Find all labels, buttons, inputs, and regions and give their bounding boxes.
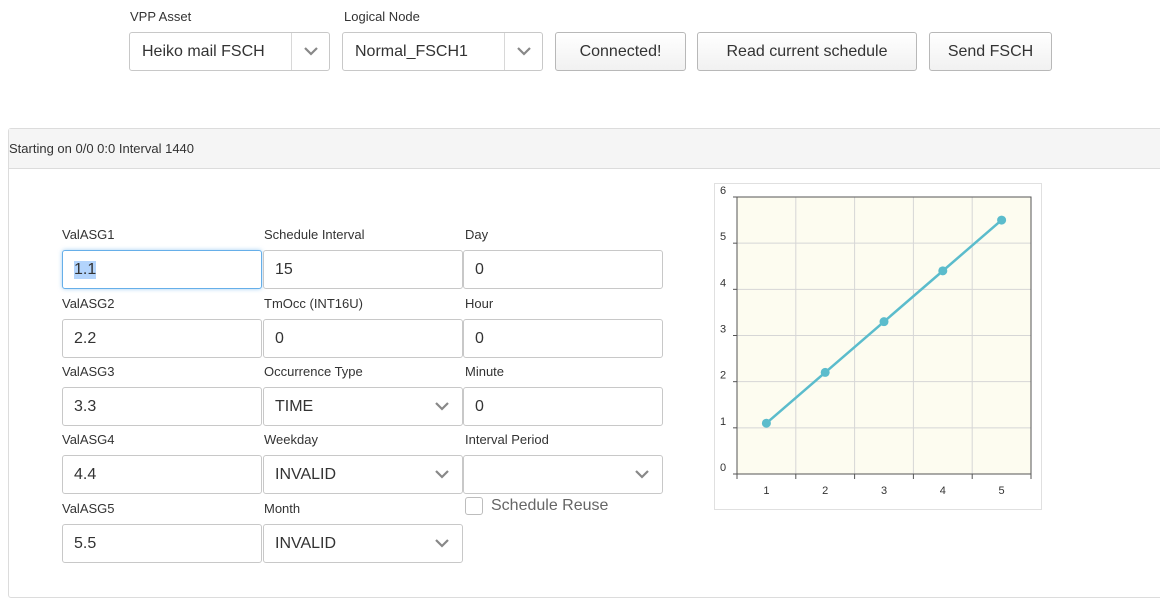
y-tick-label: 5 <box>720 231 726 243</box>
vpp-asset-select[interactable]: Heiko mail FSCH <box>129 32 330 71</box>
weekday-select[interactable]: INVALID <box>263 455 463 494</box>
y-tick-label: 4 <box>720 277 726 289</box>
valasg3-label: ValASG3 <box>62 364 115 379</box>
panel-heading-text: Starting on 0/0 0:0 Interval 1440 <box>9 141 195 156</box>
schedule-reuse-checkbox[interactable]: Schedule Reuse <box>465 497 608 515</box>
chevron-down-icon <box>622 470 662 479</box>
chevron-down-icon <box>422 470 462 479</box>
schedule-interval-label: Schedule Interval <box>264 227 365 242</box>
tmocc-label: TmOcc (INT16U) <box>264 296 363 311</box>
minute-label: Minute <box>465 364 505 379</box>
data-point <box>938 266 948 276</box>
y-tick-label: 3 <box>720 324 726 336</box>
vpp-asset-value: Heiko mail FSCH <box>142 42 265 60</box>
tmocc-input[interactable]: 0 <box>263 319 463 358</box>
x-tick-label: 1 <box>763 485 769 497</box>
chevron-down-icon <box>504 33 542 70</box>
valasg1-input[interactable]: 1.1 <box>62 250 262 289</box>
x-tick-label: 3 <box>881 485 887 497</box>
schedule-chart: 0 1 2 3 4 5 6 1 2 3 4 5 <box>714 183 1042 510</box>
logical-node-label: Logical Node <box>344 9 420 24</box>
y-tick-label: 0 <box>720 462 726 474</box>
vpp-asset-label: VPP Asset <box>130 9 192 24</box>
x-tick-label: 5 <box>999 485 1005 497</box>
data-point <box>761 418 771 428</box>
valasg4-label: ValASG4 <box>62 432 115 447</box>
checkbox-icon[interactable] <box>465 497 483 515</box>
month-select[interactable]: INVALID <box>263 524 463 563</box>
hour-input[interactable]: 0 <box>463 319 663 358</box>
valasg2-input[interactable]: 2.2 <box>62 319 262 358</box>
y-tick-label: 6 <box>720 185 726 197</box>
data-point <box>879 317 889 327</box>
panel-heading: Starting on 0/0 0:0 Interval 1440 <box>9 129 1160 169</box>
occurrence-type-value: TIME <box>275 397 314 415</box>
valasg1-value: 1.1 <box>74 260 97 279</box>
chevron-down-icon <box>422 402 462 411</box>
x-tick-label: 2 <box>822 485 828 497</box>
schedule-interval-input[interactable]: 15 <box>263 250 463 289</box>
y-tick-label: 1 <box>720 416 726 428</box>
chart-svg: 0 1 2 3 4 5 6 1 2 3 4 5 <box>720 185 1032 497</box>
logical-node-value: Normal_FSCH1 <box>355 42 468 60</box>
interval-period-label: Interval Period <box>465 432 549 447</box>
chevron-down-icon <box>291 33 329 70</box>
interval-period-select[interactable] <box>463 455 663 494</box>
valasg2-label: ValASG2 <box>62 296 115 311</box>
valasg5-label: ValASG5 <box>62 501 115 516</box>
weekday-label: Weekday <box>264 432 318 447</box>
chevron-down-icon <box>422 539 462 548</box>
day-input[interactable]: 0 <box>463 250 663 289</box>
valasg1-label: ValASG1 <box>62 227 115 242</box>
send-fsch-button[interactable]: Send FSCH <box>929 32 1052 71</box>
day-label: Day <box>465 227 489 242</box>
occurrence-type-select[interactable]: TIME <box>263 387 463 426</box>
minute-input[interactable]: 0 <box>463 387 663 426</box>
valasg5-input[interactable]: 5.5 <box>62 524 262 563</box>
read-current-schedule-button[interactable]: Read current schedule <box>697 32 917 71</box>
month-label: Month <box>264 501 301 516</box>
schedule-reuse-label: Schedule Reuse <box>491 497 609 514</box>
data-point <box>820 367 830 377</box>
month-value: INVALID <box>275 534 337 552</box>
connected-button[interactable]: Connected! <box>555 32 686 71</box>
logical-node-select[interactable]: Normal_FSCH1 <box>342 32 543 71</box>
data-point <box>997 215 1007 225</box>
y-tick-label: 2 <box>720 370 726 382</box>
weekday-value: INVALID <box>275 465 337 483</box>
valasg4-input[interactable]: 4.4 <box>62 455 262 494</box>
valasg3-input[interactable]: 3.3 <box>62 387 262 426</box>
occurrence-type-label: Occurrence Type <box>264 364 363 379</box>
hour-label: Hour <box>465 296 494 311</box>
x-tick-label: 4 <box>940 485 946 497</box>
